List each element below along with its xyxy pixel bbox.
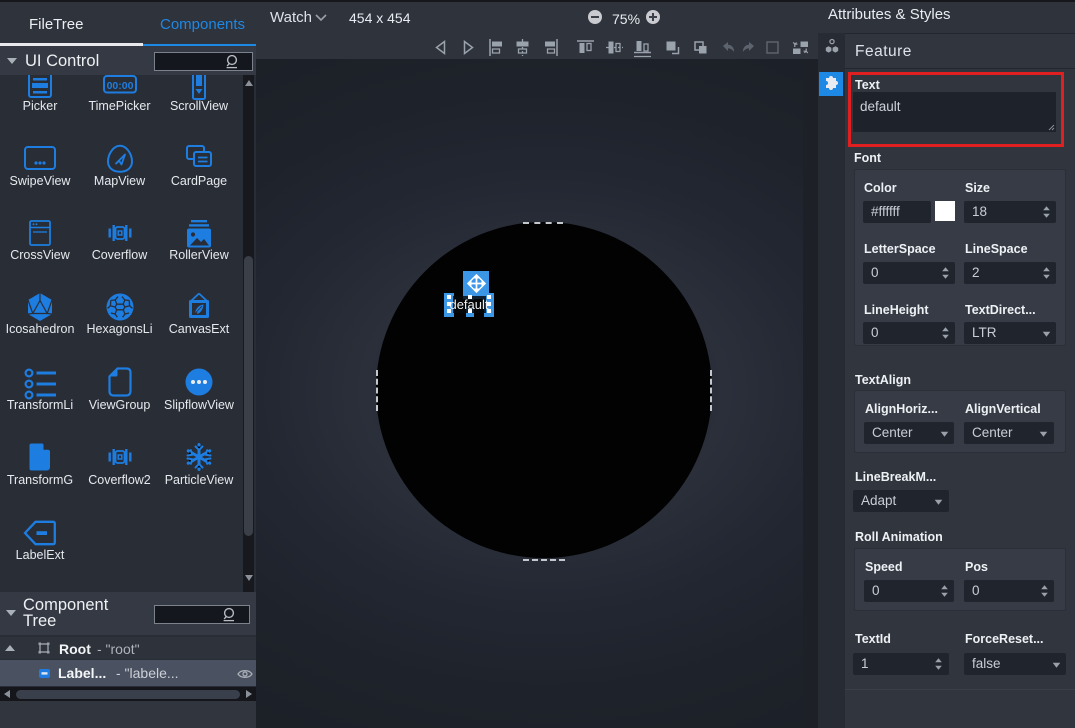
svg-text:00:00: 00:00	[106, 80, 133, 92]
